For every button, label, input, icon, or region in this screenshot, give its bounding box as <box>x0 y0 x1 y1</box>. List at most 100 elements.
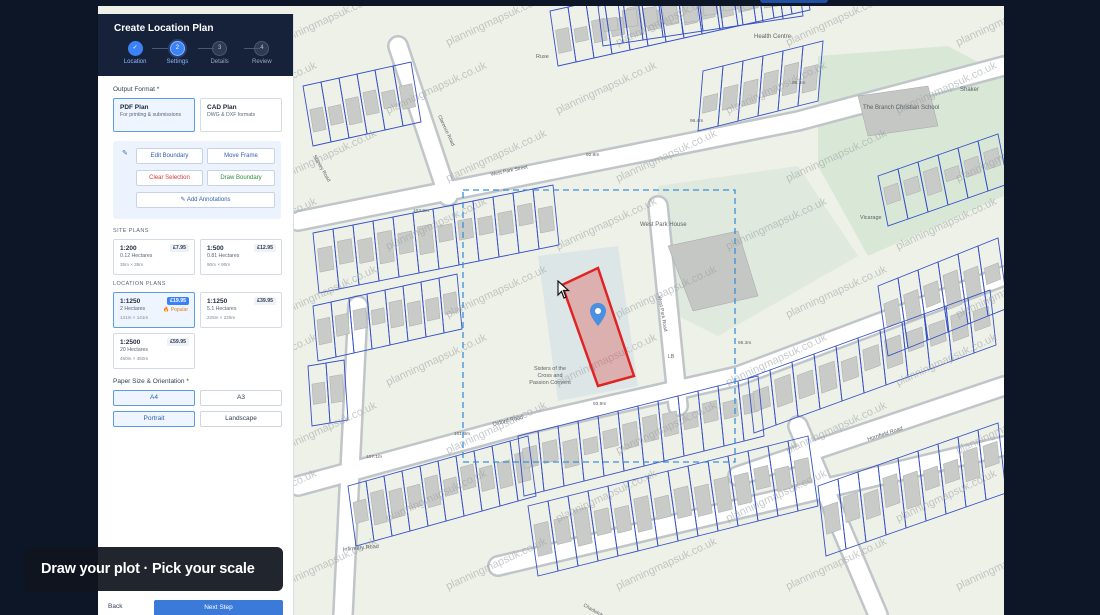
add-annotations-button[interactable]: ✎ Add Annotations <box>136 192 275 208</box>
building <box>425 296 441 322</box>
cad-plan-option[interactable]: CAD Plan DWG & DXF formats <box>200 98 282 132</box>
output-format-options: PDF Plan For printing & submissions CAD … <box>113 98 282 132</box>
map-label-ruse: Ruse <box>536 54 549 60</box>
map-label-sisters: Cross and <box>537 373 562 379</box>
next-step-button[interactable]: Next Step <box>154 600 283 615</box>
step-number: 3 <box>212 41 228 56</box>
location-plans-options-row2: 1:2500 £59.95 20 Hectares 450m × 450m <box>113 333 281 369</box>
paper-label: Paper Size & Orientation * <box>113 378 189 385</box>
pencil-icon: ✎ <box>122 150 128 157</box>
building <box>497 210 515 236</box>
price-badge: £7.95 <box>170 244 189 252</box>
price-badge: £39.95 <box>254 297 276 305</box>
site-plans-label: SITE PLANS <box>113 228 149 234</box>
boundary-tools: ✎ Edit Boundary Move Frame Clear Selecti… <box>113 141 281 219</box>
building <box>722 399 739 420</box>
building <box>352 307 368 331</box>
building <box>517 202 534 227</box>
clear-selection-button[interactable]: Clear Selection <box>136 170 203 186</box>
building <box>327 104 344 126</box>
building <box>823 501 841 535</box>
building <box>334 313 350 337</box>
step-settings[interactable]: 2 Settings <box>156 41 198 65</box>
building <box>542 439 559 464</box>
building <box>388 299 405 329</box>
building <box>774 373 794 408</box>
output-format-label: Output Format * <box>113 86 160 93</box>
map-label-lb: LB <box>668 354 675 360</box>
landscape-button[interactable]: Landscape <box>200 411 282 427</box>
spot-height: 103.9m <box>413 208 429 214</box>
building <box>573 25 589 43</box>
button-label: Add Annotations <box>186 197 231 203</box>
site-plans-options: 1:200 £7.95 0.12 Hectares 35m × 35m 1:50… <box>113 239 282 275</box>
step-label: Review <box>252 59 272 65</box>
building <box>982 441 1000 469</box>
step-label: Details <box>210 59 229 65</box>
dimensions: 35m × 35m <box>120 261 144 267</box>
spot-height: 95.3m <box>738 340 751 346</box>
building <box>352 498 369 524</box>
step-number: 2 <box>169 41 185 56</box>
location-plan-1-1250-2ha[interactable]: 1:1250 £19.95 🔥 Popular 2 Hectares 141m … <box>113 292 195 328</box>
building <box>407 300 423 327</box>
dimensions: 450m × 450m <box>120 355 149 361</box>
step-details[interactable]: 3 Details <box>199 41 241 65</box>
area: 0.12 Hectares <box>120 253 153 259</box>
map-label-sisters: Sisters of the <box>534 366 566 372</box>
step-connector <box>152 48 168 49</box>
building <box>602 16 619 32</box>
portrait-button[interactable]: Portrait <box>113 411 195 427</box>
location-plans-options: 1:1250 £19.95 🔥 Popular 2 Hectares 141m … <box>113 292 282 328</box>
spot-height: 107.1m <box>366 454 382 460</box>
move-frame-button[interactable]: Move Frame <box>207 148 275 164</box>
spot-height: 93.9m <box>593 401 606 407</box>
settings-panel: Create Location Plan ✓ Location 2 Settin… <box>98 14 294 615</box>
building <box>818 360 838 394</box>
map-label-shaker: Shaker <box>960 87 979 93</box>
caption-banner: Draw your plot · Pick your scale <box>25 547 283 591</box>
step-location[interactable]: ✓ Location <box>114 41 156 65</box>
map-label-west_park_house: West Park House <box>640 222 687 228</box>
mouse-cursor-icon <box>557 280 571 299</box>
price-badge: £12.95 <box>254 244 276 252</box>
paper-a3-button[interactable]: A3 <box>200 390 282 406</box>
check-icon: ✓ <box>127 41 143 56</box>
building <box>753 465 771 491</box>
area: 20 Hectares <box>120 347 148 353</box>
building <box>357 237 375 264</box>
back-button[interactable]: Back <box>108 603 122 610</box>
step-review[interactable]: 4 Review <box>241 41 283 65</box>
building <box>457 217 474 241</box>
building <box>842 491 861 524</box>
panel-header: Create Location Plan ✓ Location 2 Settin… <box>98 14 293 76</box>
map-label-health_centre: Health Centre <box>754 34 792 40</box>
step-label: Settings <box>166 59 189 65</box>
app-stage: planningmapsuk.co.uk planningmapsuk.co.uk… <box>0 0 1100 615</box>
pdf-plan-option[interactable]: PDF Plan For printing & submissions <box>113 98 195 132</box>
option-subtitle: For printing & submissions <box>120 112 182 118</box>
option-title: PDF Plan <box>120 104 149 111</box>
site-plan-1-200[interactable]: 1:200 £7.95 0.12 Hectares 35m × 35m <box>113 239 195 275</box>
location-plan-1-2500[interactable]: 1:2500 £59.95 20 Hectares 450m × 450m <box>113 333 195 369</box>
building <box>329 374 345 404</box>
map-label-vicarage: Vicarage <box>860 215 882 221</box>
building <box>796 369 816 400</box>
step-connector <box>198 48 214 49</box>
paper-a4-button[interactable]: A4 <box>113 390 195 406</box>
popular-badge: 🔥 Popular <box>163 307 188 313</box>
paper-size-options: A4 A3 <box>113 390 282 406</box>
panel-title: Create Location Plan <box>114 23 214 34</box>
edit-boundary-button[interactable]: Edit Boundary <box>136 148 203 164</box>
draw-boundary-button[interactable]: Draw Boundary <box>207 170 275 186</box>
panel-footer: Back Next Step <box>98 600 293 615</box>
spot-height: 101.9m <box>454 431 470 437</box>
spot-height: 96.4m <box>690 118 703 124</box>
spot-height: 92.8m <box>586 152 599 158</box>
location-plan-1-1250-5ha[interactable]: 1:1250 £39.95 5.1 Hectares 225m × 225m <box>200 292 282 328</box>
site-plan-1-500[interactable]: 1:500 £12.95 0.81 Hectares 90m × 90m <box>200 239 282 275</box>
building <box>863 488 881 520</box>
panel-body: Output Format * PDF Plan For printing & … <box>98 76 293 427</box>
option-subtitle: DWG & DXF formats <box>207 112 256 118</box>
top-bar-button[interactable] <box>760 0 828 3</box>
